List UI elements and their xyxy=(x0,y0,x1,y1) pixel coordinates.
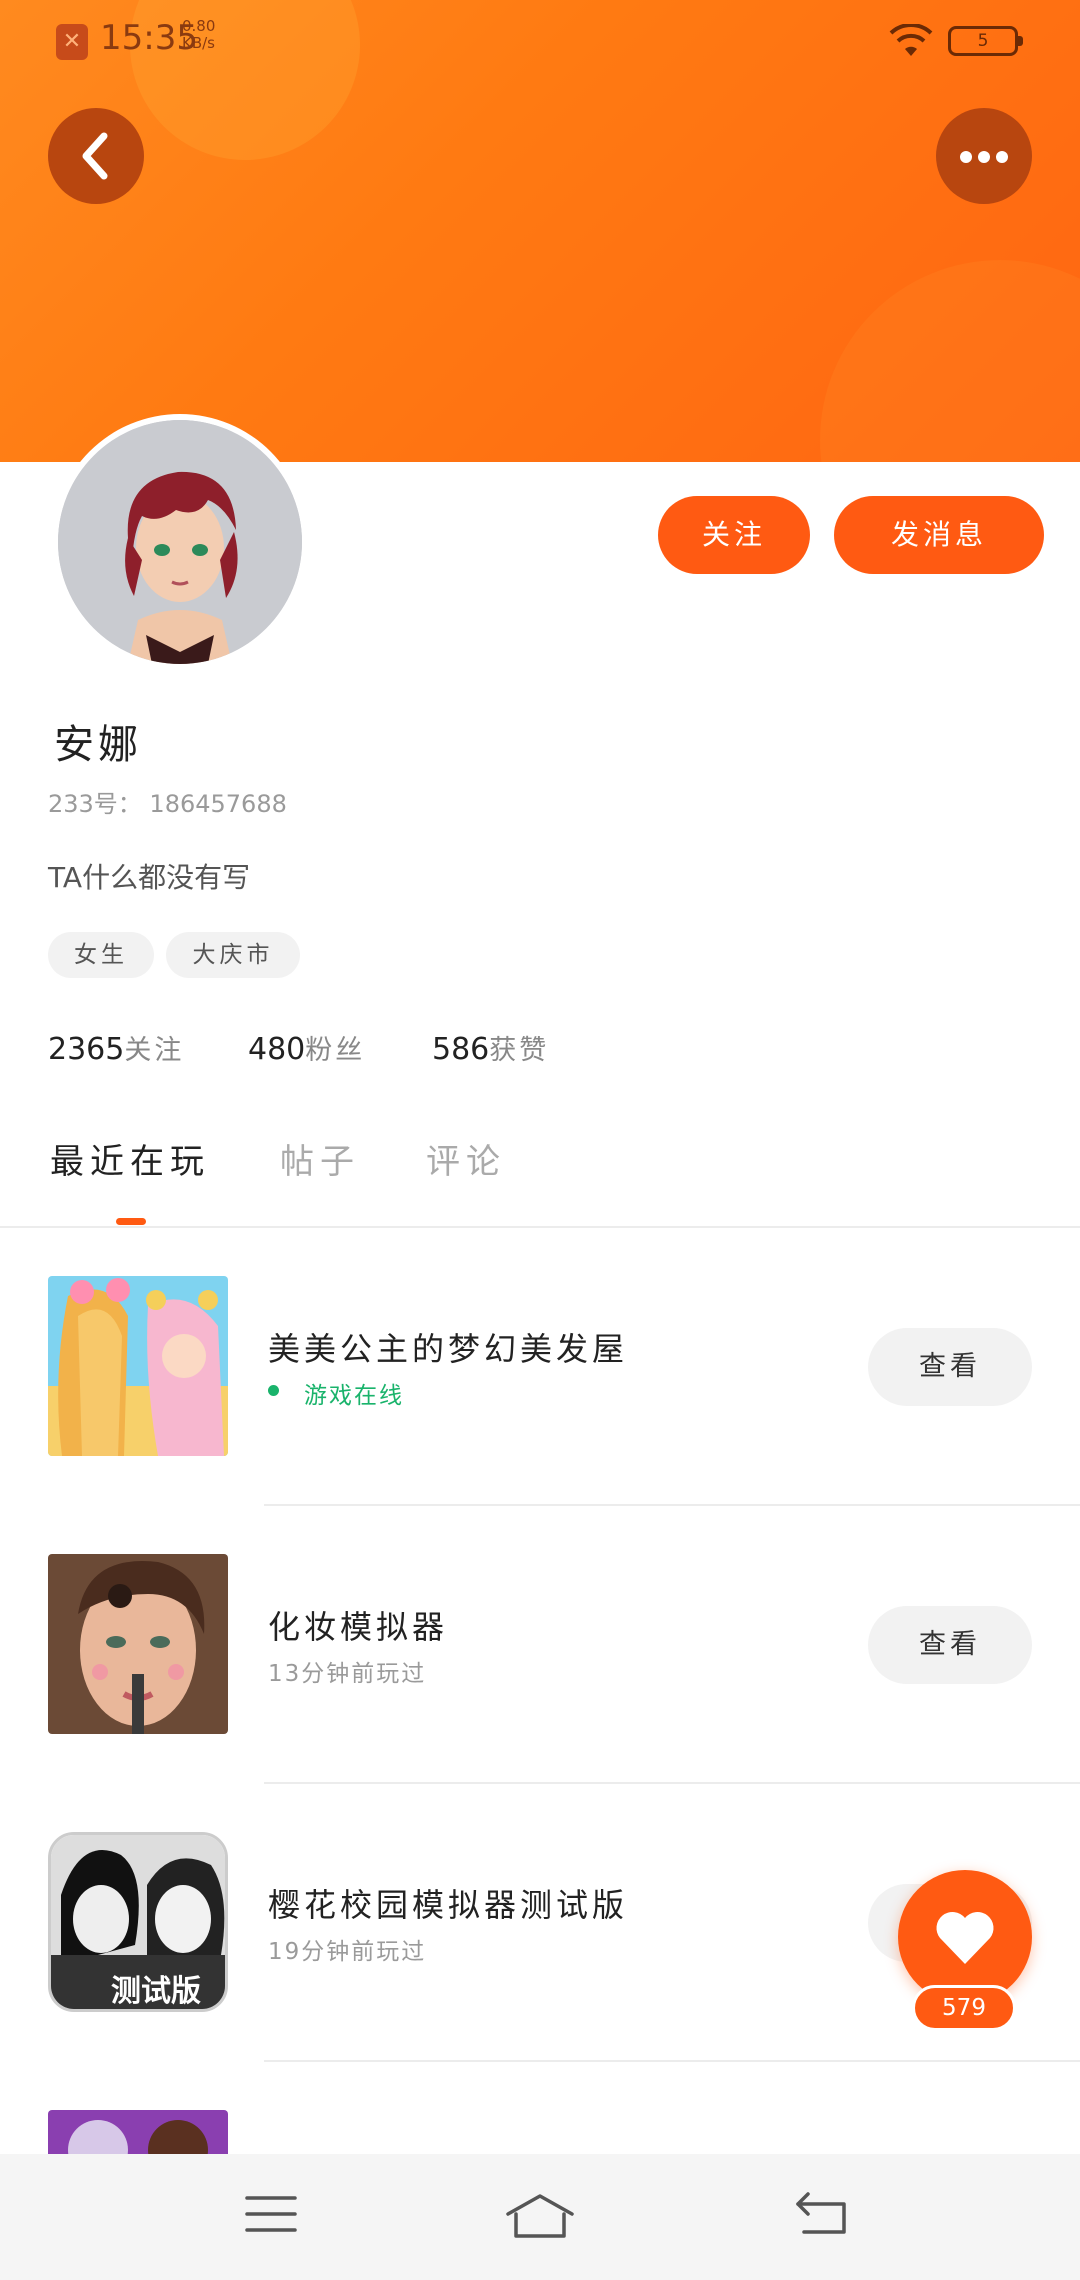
avatar[interactable] xyxy=(52,414,308,670)
stat-label: 获赞 xyxy=(489,1035,550,1066)
more-dots-icon xyxy=(996,151,1008,163)
last-played-time: 19分钟前玩过 xyxy=(268,1939,427,1965)
list-item[interactable]: 化妆模拟器 13分钟前玩过 查看 xyxy=(0,1506,1080,1784)
tag-city: 大庆市 xyxy=(166,932,300,978)
network-speed: 0.80 KB/s xyxy=(182,17,216,52)
back-button[interactable] xyxy=(48,108,144,204)
more-dots-icon xyxy=(960,151,972,163)
last-played-time: 13分钟前玩过 xyxy=(268,1661,427,1687)
tag-gender: 女生 xyxy=(48,932,154,978)
back-nav-icon[interactable] xyxy=(794,2192,850,2236)
stat-value: 2365 xyxy=(48,1032,125,1067)
stat-following[interactable]: 2365关注 xyxy=(48,1028,184,1067)
heart-icon xyxy=(936,1911,994,1964)
profile-uid: 233号： 186457688 xyxy=(48,790,287,818)
stat-likes[interactable]: 586获赞 xyxy=(432,1028,549,1067)
status-bar: ✕ 15:35 0.80 KB/s 5 xyxy=(0,0,1080,80)
more-options-button[interactable] xyxy=(936,108,1032,204)
wifi-icon xyxy=(889,24,933,56)
game-art xyxy=(48,1276,228,1456)
tab-comments[interactable]: 评论 xyxy=(426,1134,506,1183)
more-dots-icon xyxy=(978,151,990,163)
send-message-button[interactable]: 发消息 xyxy=(834,496,1044,574)
follow-button[interactable]: 关注 xyxy=(658,496,810,574)
game-thumbnail xyxy=(48,1554,228,1734)
profile-name: 安娜 xyxy=(54,722,142,768)
game-art: 测试版 xyxy=(51,1835,225,2009)
online-dot-icon xyxy=(268,1385,279,1396)
game-status-text: 游戏在线 xyxy=(304,1383,404,1409)
like-button[interactable] xyxy=(898,1870,1032,2004)
home-icon[interactable] xyxy=(504,2192,576,2242)
game-title: 化妆模拟器 xyxy=(268,1608,449,1646)
profile-bio: TA什么都没有写 xyxy=(48,861,251,894)
game-title: 美美公主的梦幻美发屋 xyxy=(268,1330,629,1368)
stat-value: 480 xyxy=(248,1032,306,1067)
list-item[interactable]: 美美公主的梦幻美发屋 游戏在线 查看 xyxy=(0,1228,1080,1506)
stat-label: 关注 xyxy=(124,1035,185,1066)
game-art xyxy=(48,1554,228,1734)
stat-value: 586 xyxy=(432,1032,490,1067)
avatar-image xyxy=(58,420,302,664)
game-thumbnail xyxy=(48,1276,228,1456)
stat-label: 粉丝 xyxy=(305,1035,366,1066)
view-button[interactable]: 查看 xyxy=(868,1606,1032,1684)
profile-header-banner: ✕ 15:35 0.80 KB/s 5 xyxy=(0,0,1080,462)
banner-decoration xyxy=(820,260,1080,462)
tab-posts[interactable]: 帖子 xyxy=(280,1134,360,1183)
tab-recently-played[interactable]: 最近在玩 xyxy=(50,1134,210,1183)
menu-icon[interactable] xyxy=(244,2192,298,2236)
like-count: 579 xyxy=(912,1985,1016,2031)
notification-icon: ✕ xyxy=(56,24,88,60)
game-status-online: 游戏在线 xyxy=(268,1376,404,1410)
active-tab-indicator xyxy=(116,1218,146,1225)
game-title: 樱花校园模拟器测试版 xyxy=(268,1886,629,1924)
avatar-illustration xyxy=(58,420,302,664)
chevron-left-icon xyxy=(82,132,108,180)
system-navigation-bar xyxy=(0,2154,1080,2280)
view-button[interactable]: 查看 xyxy=(868,1328,1032,1406)
stat-followers[interactable]: 480粉丝 xyxy=(248,1028,365,1067)
battery-icon: 5 xyxy=(948,26,1023,56)
game-thumbnail: 测试版 xyxy=(48,1832,228,2012)
thumbnail-badge-text: 测试版 xyxy=(111,1974,201,2009)
